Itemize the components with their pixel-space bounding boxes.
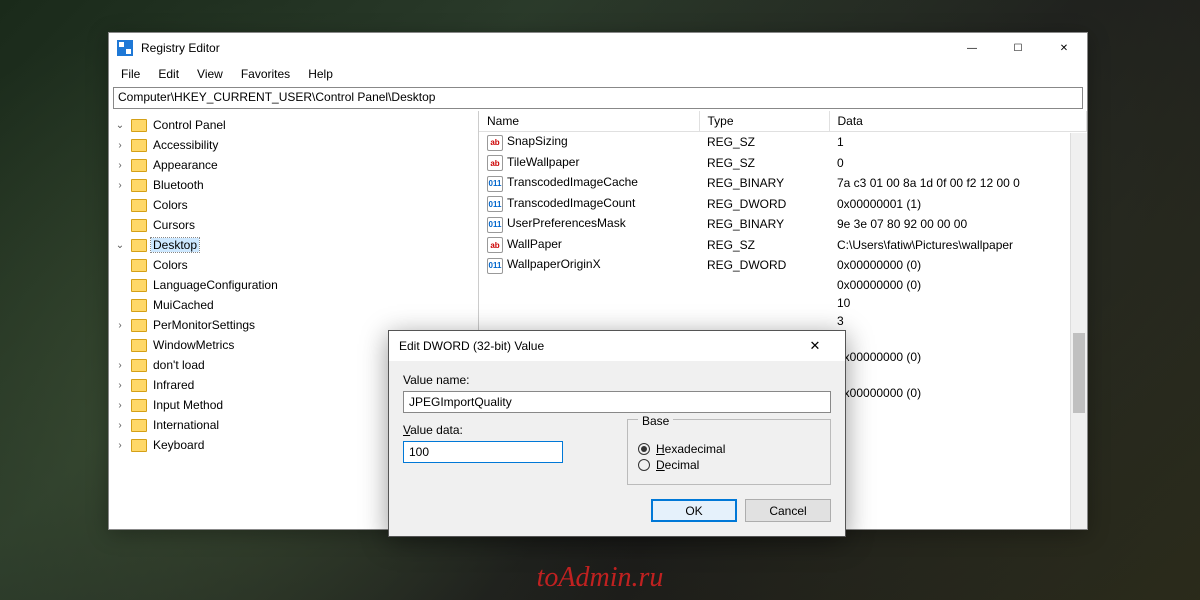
ok-button[interactable]: OK: [651, 499, 737, 522]
tree-node[interactable]: Accessibility: [151, 138, 220, 152]
tree-node[interactable]: WindowMetrics: [151, 338, 236, 352]
folder-icon: [131, 179, 147, 192]
string-icon: ab: [487, 135, 503, 151]
folder-icon: [131, 299, 147, 312]
folder-icon: [131, 399, 147, 412]
folder-icon: [131, 319, 147, 332]
table-row[interactable]: 10: [479, 294, 1087, 312]
expand-icon[interactable]: ›: [113, 380, 127, 391]
edit-dword-dialog: Edit DWORD (32-bit) Value ✕ Value name: …: [388, 330, 846, 537]
menu-favorites[interactable]: Favorites: [233, 65, 298, 83]
tree-node[interactable]: Control Panel: [151, 118, 228, 132]
tree-node[interactable]: Desktop: [151, 238, 199, 252]
tree-node[interactable]: Cursors: [151, 218, 197, 232]
expand-icon[interactable]: ›: [113, 420, 127, 431]
tree-node[interactable]: Colors: [151, 198, 190, 212]
expand-icon[interactable]: ›: [113, 140, 127, 151]
scrollbar-thumb[interactable]: [1073, 333, 1085, 413]
expand-icon[interactable]: ›: [113, 360, 127, 371]
radio-hexadecimal[interactable]: Hexadecimal: [638, 442, 820, 456]
folder-icon: [131, 359, 147, 372]
dialog-close-button[interactable]: ✕: [795, 331, 835, 361]
folder-icon: [131, 379, 147, 392]
string-icon: ab: [487, 155, 503, 171]
folder-icon: [131, 199, 147, 212]
tree-node[interactable]: Bluetooth: [151, 178, 206, 192]
tree-node[interactable]: Colors: [151, 258, 190, 272]
dialog-titlebar[interactable]: Edit DWORD (32-bit) Value ✕: [389, 331, 845, 361]
radio-icon: [638, 443, 650, 455]
table-row[interactable]: 3: [479, 312, 1087, 330]
tree-node[interactable]: LanguageConfiguration: [151, 278, 280, 292]
expand-icon[interactable]: ⌄: [113, 120, 127, 131]
tree-node[interactable]: don't load: [151, 358, 207, 372]
expand-icon[interactable]: ›: [113, 320, 127, 331]
folder-icon: [131, 279, 147, 292]
col-type[interactable]: Type: [699, 111, 829, 132]
vertical-scrollbar[interactable]: [1070, 133, 1087, 529]
table-row[interactable]: abTileWallpaperREG_SZ0: [479, 153, 1087, 174]
titlebar[interactable]: Registry Editor — ☐ ✕: [109, 33, 1087, 63]
tree-node[interactable]: Input Method: [151, 398, 225, 412]
folder-icon: [131, 259, 147, 272]
tree-node[interactable]: International: [151, 418, 221, 432]
radio-icon: [638, 459, 650, 471]
tree-node[interactable]: PerMonitorSettings: [151, 318, 257, 332]
base-group: Base Hexadecimal Decimal: [627, 419, 831, 485]
value-name-label: Value name:: [403, 373, 831, 387]
radio-decimal[interactable]: Decimal: [638, 458, 820, 472]
table-row[interactable]: 0x00000000 (0): [479, 276, 1087, 294]
value-name-field[interactable]: [403, 391, 831, 413]
menu-help[interactable]: Help: [300, 65, 341, 83]
string-icon: ab: [487, 237, 503, 253]
tree-node[interactable]: Infrared: [151, 378, 196, 392]
address-bar[interactable]: Computer\HKEY_CURRENT_USER\Control Panel…: [113, 87, 1083, 109]
binary-icon: 011: [487, 176, 503, 192]
folder-icon: [131, 419, 147, 432]
regedit-icon: [117, 40, 133, 56]
value-data-field[interactable]: [403, 441, 563, 463]
table-row[interactable]: abSnapSizingREG_SZ1: [479, 132, 1087, 153]
expand-icon[interactable]: ›: [113, 440, 127, 451]
base-label: Base: [638, 414, 673, 428]
folder-icon: [131, 139, 147, 152]
folder-icon: [131, 119, 147, 132]
tree-node[interactable]: Keyboard: [151, 438, 206, 452]
table-row[interactable]: abWallPaperREG_SZC:\Users\fatiw\Pictures…: [479, 235, 1087, 256]
expand-icon[interactable]: ›: [113, 160, 127, 171]
window-title: Registry Editor: [141, 41, 220, 55]
expand-icon[interactable]: ›: [113, 400, 127, 411]
table-row[interactable]: 011TranscodedImageCacheREG_BINARY7a c3 0…: [479, 173, 1087, 194]
minimize-button[interactable]: —: [949, 33, 995, 63]
table-row[interactable]: 011TranscodedImageCountREG_DWORD0x000000…: [479, 194, 1087, 215]
table-row[interactable]: 011WallpaperOriginXREG_DWORD0x00000000 (…: [479, 255, 1087, 276]
menu-bar: File Edit View Favorites Help: [109, 63, 1087, 85]
tree-node[interactable]: Appearance: [151, 158, 220, 172]
col-name[interactable]: Name: [479, 111, 699, 132]
menu-edit[interactable]: Edit: [150, 65, 187, 83]
folder-icon: [131, 439, 147, 452]
menu-file[interactable]: File: [113, 65, 148, 83]
table-row[interactable]: 011UserPreferencesMaskREG_BINARY9e 3e 07…: [479, 214, 1087, 235]
folder-icon: [131, 159, 147, 172]
expand-icon[interactable]: ⌄: [113, 240, 127, 251]
value-data-label: Value data:: [403, 423, 607, 437]
folder-icon: [131, 339, 147, 352]
binary-icon: 011: [487, 217, 503, 233]
cancel-button[interactable]: Cancel: [745, 499, 831, 522]
tree-node[interactable]: MuiCached: [151, 298, 216, 312]
dialog-title: Edit DWORD (32-bit) Value: [399, 339, 544, 353]
folder-icon: [131, 219, 147, 232]
menu-view[interactable]: View: [189, 65, 231, 83]
maximize-button[interactable]: ☐: [995, 33, 1041, 63]
watermark: toAdmin.ru: [537, 562, 664, 594]
expand-icon[interactable]: ›: [113, 180, 127, 191]
col-data[interactable]: Data: [829, 111, 1087, 132]
binary-icon: 011: [487, 258, 503, 274]
close-button[interactable]: ✕: [1041, 33, 1087, 63]
folder-icon: [131, 239, 147, 252]
binary-icon: 011: [487, 196, 503, 212]
